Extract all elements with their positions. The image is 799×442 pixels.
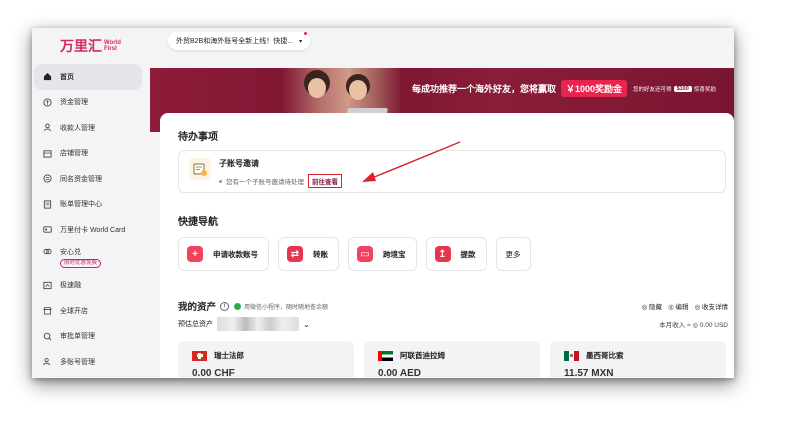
sidebar-item-fast-finance[interactable]: 极速融	[32, 273, 148, 299]
money-icon	[42, 97, 52, 107]
exchange-icon	[42, 247, 52, 257]
sidebar-item-label-group: 安心兑 限时优惠免费	[60, 247, 102, 268]
currency-card-chf[interactable]: 瑞士法郎 0.00 CHF	[178, 341, 354, 378]
chevron-down-icon: ▾	[299, 38, 303, 45]
quick-nav-section-title: 快捷导航	[178, 217, 218, 228]
sidebar-item-shops[interactable]: 店铺管理	[32, 141, 148, 167]
sidebar-item-label: 资金管理	[60, 99, 88, 107]
wechat-hint[interactable]: 用微信小程序，随时随地查余额	[234, 302, 328, 311]
sidebar: 万里汇 World First 首页 资金管理 收款人管理 店铺管理 同名资金管…	[32, 28, 148, 378]
notification-dot	[304, 32, 307, 35]
more-button[interactable]: 更多	[495, 237, 531, 271]
currency-amount: 0.00 CHF	[192, 368, 235, 378]
sidebar-item-funds[interactable]: 资金管理	[32, 90, 148, 116]
dashboard-card: 待办事项 子账号邀请 您有一个子账号邀请待处理 前往查看 快捷导航 + 申请收款…	[160, 113, 734, 293]
invitation-icon	[189, 158, 211, 180]
logo-text: 万里汇	[60, 38, 102, 54]
bullet-icon	[219, 179, 222, 183]
sidebar-item-anxindui[interactable]: 安心兑 限时优惠免费	[32, 243, 148, 273]
assets-section: 我的资产 i 用微信小程序，随时随地查余额 ◎ 隐藏 ◎ 编辑 ◎ 收支详情 预…	[160, 293, 734, 378]
accounts-icon	[42, 357, 52, 367]
announcement-text: 外贸B2B和海外账号全新上线！快捷...	[176, 38, 294, 45]
view-invitation-link[interactable]: 前往查看	[308, 174, 342, 188]
bill-icon	[42, 199, 52, 209]
blurred-total-value	[217, 317, 299, 331]
wechat-icon	[234, 302, 242, 310]
plus-icon: +	[187, 246, 203, 262]
sidebar-item-label: 多账号管理	[60, 358, 95, 366]
banner-sub-amount: $100	[673, 85, 692, 92]
sidebar-item-world-card[interactable]: 万里付卡 World Card	[32, 217, 148, 243]
transfer-button[interactable]: ⇄ 转账	[278, 237, 339, 271]
hide-button[interactable]: ◎ 隐藏	[642, 301, 662, 311]
details-button[interactable]: ◎ 收支详情	[695, 301, 728, 311]
sidebar-item-label: 安心兑	[60, 248, 81, 256]
chevron-down-icon[interactable]: ⌄	[303, 320, 310, 329]
sidebar-item-same-name-funds[interactable]: 同名资金管理	[32, 166, 148, 192]
todo-section-title: 待办事项	[178, 132, 218, 143]
store-icon	[42, 306, 52, 316]
banner-reward: ￥1000奖励金	[561, 80, 628, 97]
sidebar-item-global-store[interactable]: 全球开店	[32, 298, 148, 324]
sidebar-item-approvals[interactable]: 审批单管理	[32, 324, 148, 350]
sidebar-item-payees[interactable]: 收款人管理	[32, 115, 148, 141]
quick-nav-row: + 申请收款账号 ⇄ 转账 ▭ 跨境宝 ↥ 提款 更多	[178, 237, 540, 271]
apply-account-button[interactable]: + 申请收款账号	[178, 237, 269, 271]
assets-actions: ◎ 隐藏 ◎ 编辑 ◎ 收支详情	[636, 301, 728, 311]
sidebar-item-label: 收款人管理	[60, 124, 95, 132]
card-icon	[42, 225, 52, 235]
currency-header: 阿联酋迪拉姆	[378, 350, 445, 361]
currency-card-aed[interactable]: 阿联酋迪拉姆 0.00 AED	[364, 341, 540, 378]
mexico-flag-icon	[564, 350, 579, 361]
sidebar-item-label: 审批单管理	[60, 333, 95, 341]
monthly-income: 本月收入 ≈ ◎ 0.00 USD	[659, 322, 728, 329]
todo-item: 子账号邀请 您有一个子账号邀请待处理 前往查看	[178, 150, 726, 193]
swiss-flag-icon	[192, 350, 207, 361]
sidebar-item-label: 万里付卡 World Card	[60, 226, 126, 234]
currency-amount: 0.00 AED	[378, 368, 421, 378]
promo-badge: 限时优惠免费	[60, 258, 102, 268]
sidebar-item-label: 全球开店	[60, 307, 88, 315]
todo-item-description: 您有一个子账号邀请待处理 前往查看	[219, 174, 342, 188]
app-window: 万里汇 World First 首页 资金管理 收款人管理 店铺管理 同名资金管…	[32, 28, 734, 378]
banner-headline: 每成功推荐一个海外好友，您将赢取	[412, 84, 557, 94]
shop-icon	[42, 148, 52, 158]
sidebar-item-label: 同名资金管理	[60, 175, 102, 183]
approval-icon	[42, 331, 52, 341]
sidebar-item-label: 极速融	[60, 282, 81, 290]
sidebar-item-home[interactable]: 首页	[34, 64, 142, 90]
transfer-icon	[42, 174, 52, 184]
banner-text: 每成功推荐一个海外好友，您将赢取 ￥1000奖励金 您的好友还可得 $100 惊…	[412, 80, 716, 97]
finance-icon	[42, 280, 52, 290]
sidebar-item-label: 账单管理中心	[60, 201, 102, 209]
currency-header: 墨西哥比索	[564, 350, 624, 361]
sidebar-nav: 首页 资金管理 收款人管理 店铺管理 同名资金管理 账单管理中心 万里付卡 Wo…	[32, 64, 148, 375]
sidebar-item-label: 首页	[60, 73, 74, 81]
edit-button[interactable]: ◎ 编辑	[668, 301, 688, 311]
banner-subtext: 您的好友还可得 $100 惊喜奖励	[633, 85, 716, 93]
announcement-pill[interactable]: 外贸B2B和海外账号全新上线！快捷... ▾	[168, 32, 311, 50]
brand-logo[interactable]: 万里汇 World First	[60, 36, 121, 56]
user-icon	[42, 123, 52, 133]
sidebar-item-billing[interactable]: 账单管理中心	[32, 192, 148, 218]
info-icon[interactable]: i	[220, 301, 230, 311]
cross-border-button[interactable]: ▭ 跨境宝	[348, 237, 417, 271]
uae-flag-icon	[378, 350, 393, 361]
assets-title-row: 我的资产 i 用微信小程序，随时随地查余额	[178, 299, 328, 313]
withdraw-icon: ↥	[434, 246, 451, 262]
currency-card-mxn[interactable]: 墨西哥比索 11.57 MXN	[550, 341, 726, 378]
cross-border-icon: ▭	[357, 246, 373, 262]
total-assets-label: 预估总资产	[178, 321, 213, 328]
home-icon	[42, 72, 52, 82]
transfer-icon: ⇄	[287, 246, 303, 262]
sidebar-item-multi-accounts[interactable]: 多账号管理	[32, 349, 148, 375]
currency-amount: 11.57 MXN	[564, 368, 614, 378]
logo-english: World First	[104, 40, 121, 52]
total-assets-row: 预估总资产 ⌄	[178, 317, 310, 331]
todo-item-title: 子账号邀请	[219, 159, 259, 168]
assets-title: 我的资产	[178, 302, 217, 313]
currency-header: 瑞士法郎	[192, 350, 244, 361]
withdraw-button[interactable]: ↥ 提款	[425, 237, 487, 271]
sidebar-item-label: 店铺管理	[60, 150, 88, 158]
